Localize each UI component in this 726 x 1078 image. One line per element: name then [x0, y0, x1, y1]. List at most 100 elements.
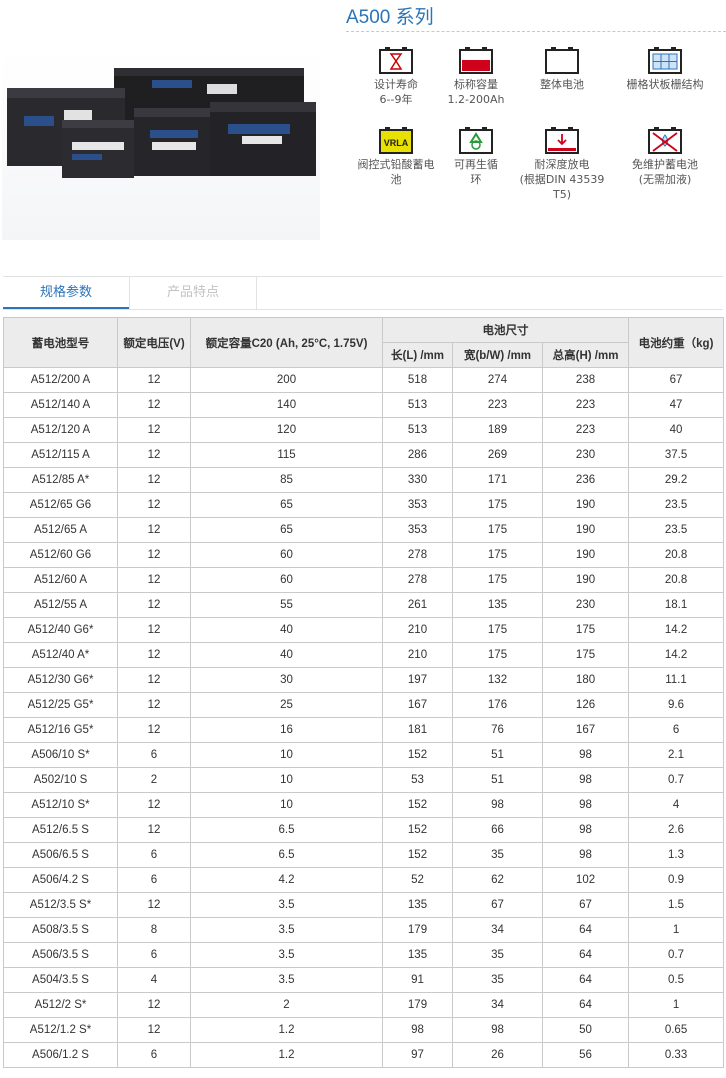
tab-specifications[interactable]: 规格参数 — [3, 277, 129, 309]
feature-label: 免维护蓄电池 — [632, 158, 698, 171]
cell-weight: 6 — [628, 717, 725, 743]
battery-group-image — [7, 68, 316, 178]
battery-product-photo — [2, 50, 320, 240]
feature-monobloc: 整体电池 — [514, 46, 610, 92]
cell-capacity: 140 — [190, 392, 383, 418]
cell-length: 91 — [382, 967, 453, 993]
cell-width: 274 — [452, 367, 543, 393]
feature-maintenance-free: 免维护蓄电池 (无需加液) — [612, 126, 718, 187]
cell-width: 175 — [452, 642, 543, 668]
cell-height: 190 — [541, 492, 630, 518]
tab-product-features[interactable]: 产品特点 — [129, 277, 257, 309]
cell-voltage: 6 — [117, 1042, 191, 1068]
cell-height: 175 — [541, 642, 630, 668]
cell-capacity: 30 — [190, 667, 383, 693]
cell-model: A512/1.2 S* — [3, 1017, 118, 1043]
cell-weight: 0.9 — [628, 867, 725, 893]
table-row: A512/30 G6* 12 30 197 132 180 11.1 — [3, 667, 725, 693]
table-row: A502/10 S 2 10 53 51 98 0.7 — [3, 767, 725, 793]
cell-capacity: 3.5 — [190, 917, 383, 943]
header-model: 蓄电池型号 — [3, 317, 118, 368]
cell-model: A506/4.2 S — [3, 867, 118, 893]
cell-height: 175 — [541, 617, 630, 643]
feature-nominal-capacity: 标称容量 1.2-200Ah — [428, 46, 524, 107]
cell-weight: 11.1 — [628, 667, 725, 693]
cell-weight: 1 — [628, 992, 725, 1018]
cell-length: 135 — [382, 892, 453, 918]
spec-table: 蓄电池型号 额定电压(V) 额定容量C20 (Ah, 25°C, 1.75V) … — [3, 317, 725, 1068]
recycle-icon — [459, 126, 493, 154]
cell-width: 175 — [452, 492, 543, 518]
cell-voltage: 12 — [117, 592, 191, 618]
cell-voltage: 6 — [117, 842, 191, 868]
cell-width: 62 — [452, 867, 543, 893]
cell-length: 98 — [382, 1017, 453, 1043]
table-row: A504/3.5 S 4 3.5 91 35 64 0.5 — [3, 967, 725, 993]
cell-voltage: 12 — [117, 817, 191, 843]
cell-width: 35 — [452, 842, 543, 868]
table-row: A512/2 S* 12 2 179 34 64 1 — [3, 992, 725, 1018]
cell-height: 102 — [541, 867, 630, 893]
table-row: A512/115 A 12 115 286 269 230 37.5 — [3, 442, 725, 468]
grid-plate-icon — [648, 46, 682, 74]
table-row: A512/6.5 S 12 6.5 152 66 98 2.6 — [3, 817, 725, 843]
cell-width: 35 — [452, 942, 543, 968]
cell-voltage: 12 — [117, 367, 191, 393]
cell-weight: 2.1 — [628, 742, 725, 768]
cell-model: A506/3.5 S — [3, 942, 118, 968]
cell-model: A512/60 A — [3, 567, 118, 593]
table-row: A512/40 G6* 12 40 210 175 175 14.2 — [3, 617, 725, 643]
feature-grid-plate: 栅格状板栅结构 — [612, 46, 718, 92]
cell-height: 190 — [541, 542, 630, 568]
header-weight: 电池约重（kg) — [628, 317, 725, 368]
cell-weight: 0.7 — [628, 767, 725, 793]
table-row: A512/200 A 12 200 518 274 238 67 — [3, 367, 725, 393]
cell-width: 132 — [452, 667, 543, 693]
cell-weight: 9.6 — [628, 692, 725, 718]
cell-length: 152 — [382, 792, 453, 818]
cell-capacity: 6.5 — [190, 842, 383, 868]
cell-length: 210 — [382, 617, 453, 643]
header-capacity: 额定容量C20 (Ah, 25°C, 1.75V) — [190, 317, 383, 368]
cell-model: A512/6.5 S — [3, 817, 118, 843]
table-row: A506/6.5 S 6 6.5 152 35 98 1.3 — [3, 842, 725, 868]
cell-width: 135 — [452, 592, 543, 618]
cell-capacity: 10 — [190, 742, 383, 768]
cell-voltage: 12 — [117, 1017, 191, 1043]
table-row: A512/60 A 12 60 278 175 190 20.8 — [3, 567, 725, 593]
cell-voltage: 12 — [117, 492, 191, 518]
table-row: A506/1.2 S 6 1.2 97 26 56 0.33 — [3, 1042, 725, 1068]
cell-model: A512/16 G5* — [3, 717, 118, 743]
spec-table-body: A512/200 A 12 200 518 274 238 67 A512/140 A 12 14… — [3, 367, 725, 1068]
cell-weight: 0.65 — [628, 1017, 725, 1043]
cell-height: 98 — [541, 742, 630, 768]
cell-height: 180 — [541, 667, 630, 693]
cell-model: A506/1.2 S — [3, 1042, 118, 1068]
cell-length: 518 — [382, 367, 453, 393]
cell-voltage: 12 — [117, 517, 191, 543]
cell-height: 230 — [541, 442, 630, 468]
cell-width: 175 — [452, 517, 543, 543]
cell-width: 223 — [452, 392, 543, 418]
cell-height: 223 — [541, 417, 630, 443]
feature-deep-discharge: 耐深度放电 (根据DIN 43539 T5) — [514, 126, 610, 202]
series-title: A500 系列 — [346, 7, 434, 28]
cell-height: 64 — [541, 967, 630, 993]
cell-weight: 20.8 — [628, 542, 725, 568]
table-row: A512/3.5 S* 12 3.5 135 67 67 1.5 — [3, 892, 725, 918]
cell-voltage: 12 — [117, 617, 191, 643]
cell-width: 175 — [452, 617, 543, 643]
cell-capacity: 115 — [190, 442, 383, 468]
cell-height: 67 — [541, 892, 630, 918]
cell-length: 97 — [382, 1042, 453, 1068]
cell-model: A512/65 G6 — [3, 492, 118, 518]
cell-voltage: 4 — [117, 967, 191, 993]
no-water-icon — [648, 126, 682, 154]
cell-capacity: 25 — [190, 692, 383, 718]
cell-length: 513 — [382, 417, 453, 443]
cell-capacity: 3.5 — [190, 892, 383, 918]
cell-weight: 1.5 — [628, 892, 725, 918]
feature-label: 设计寿命 — [374, 78, 418, 91]
cell-model: A512/10 S* — [3, 792, 118, 818]
cell-weight: 2.6 — [628, 817, 725, 843]
